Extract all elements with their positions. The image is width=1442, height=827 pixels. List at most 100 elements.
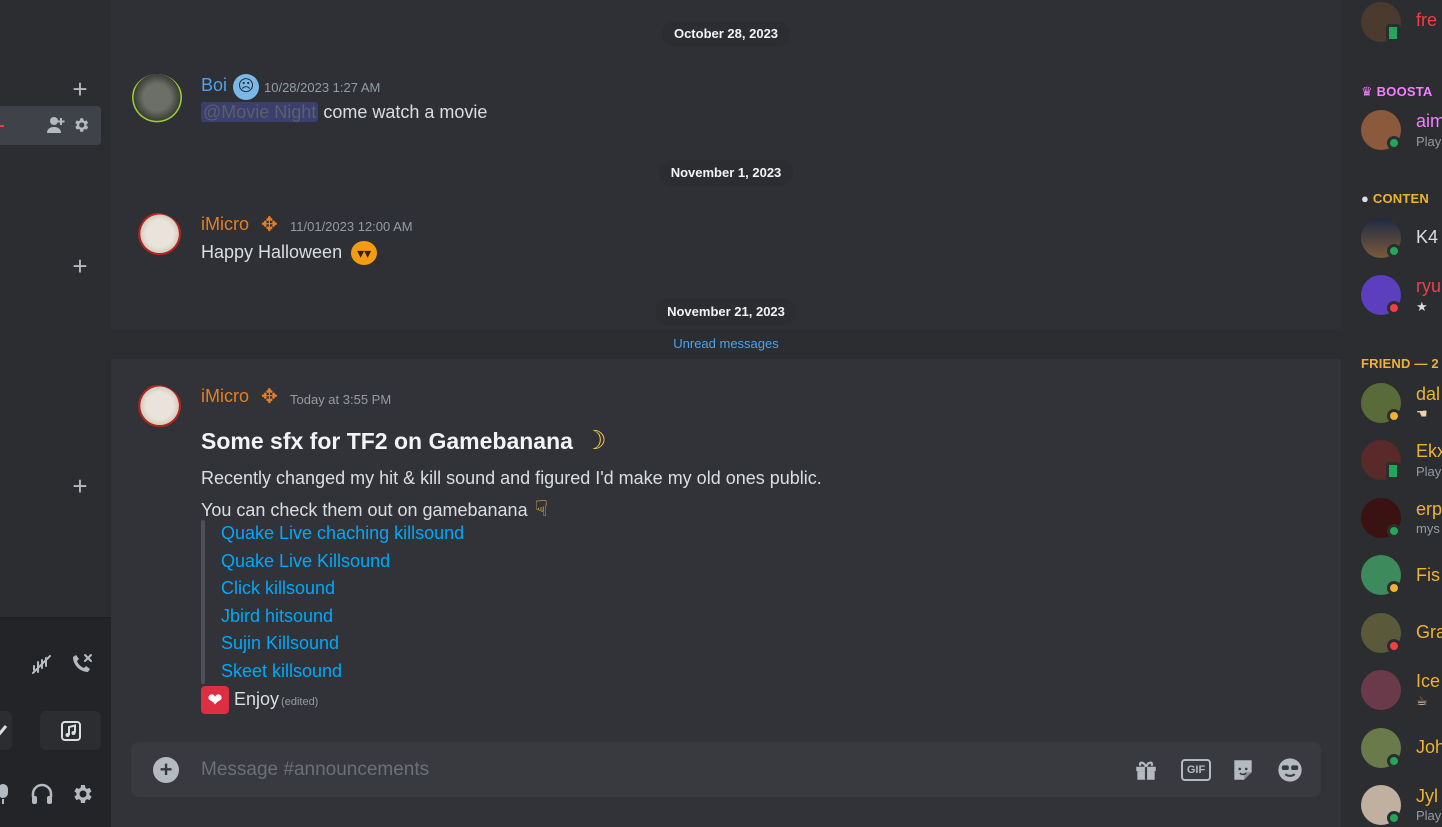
- disconnect-call-icon[interactable]: [68, 650, 96, 678]
- message-content: @Movie Night come watch a movie: [201, 102, 487, 123]
- link[interactable]: Quake Live Killsound: [221, 551, 390, 572]
- member-name[interactable]: Jyl: [1416, 786, 1438, 807]
- edited-label: (edited): [281, 695, 319, 708]
- member-name[interactable]: Ice: [1416, 671, 1440, 692]
- microphone-icon[interactable]: [0, 780, 14, 808]
- date-divider-label: October 28, 2023: [661, 21, 791, 47]
- member-name[interactable]: K4: [1416, 227, 1438, 248]
- message-text: Enjoy: [234, 688, 280, 709]
- member-section-title: ● CONTEN: [1361, 191, 1429, 206]
- message-line: ❤ Enjoy (edited): [201, 686, 318, 714]
- gif-picker-button[interactable]: GIF: [1181, 759, 1211, 781]
- status-idle-icon: [1387, 581, 1401, 595]
- member-name[interactable]: Joh: [1416, 737, 1442, 758]
- message-text: You can check them out on gamebanana: [201, 500, 528, 520]
- channel-sidebar: + + +: [0, 0, 111, 827]
- message-text: Happy Halloween: [201, 241, 343, 262]
- avatar[interactable]: [131, 74, 183, 126]
- avatar[interactable]: [1361, 670, 1401, 710]
- maple-leaf-emoji-icon: ✥: [261, 214, 278, 236]
- pointing-down-emoji-icon: ☟: [534, 496, 548, 521]
- emoji-picker-icon[interactable]: [1276, 756, 1304, 784]
- message-content: Happy Halloween ▾▾: [201, 241, 378, 265]
- date-divider: November 1, 2023: [111, 160, 1341, 186]
- link[interactable]: Sujin Killsound: [221, 633, 339, 654]
- message-heading: Some sfx for TF2 on Gamebanana ☽: [201, 425, 607, 456]
- section-icon: ●: [1361, 191, 1370, 206]
- channel-item-active[interactable]: [0, 106, 101, 145]
- noise-suppression-icon[interactable]: [28, 650, 56, 678]
- role-mention[interactable]: @Movie Night: [201, 102, 319, 122]
- member-activity: Play: [1416, 808, 1442, 823]
- mobile-status-icon: [1386, 462, 1400, 480]
- message-author[interactable]: iMicro: [201, 214, 249, 235]
- message-composer[interactable]: + Message #announcements GIF: [131, 742, 1321, 797]
- member-name[interactable]: Gra: [1416, 622, 1442, 643]
- status-online-icon: [1387, 811, 1401, 825]
- message-author[interactable]: Boi: [201, 75, 227, 96]
- member-list: fre ♛ BOOSTA aim Play ● CONTEN K4 ryu ★ …: [1341, 0, 1442, 827]
- member-name[interactable]: Fis: [1416, 565, 1440, 586]
- blockquote-bar: [201, 520, 205, 684]
- add-attachment-plus-icon[interactable]: +: [153, 757, 179, 783]
- message-line: You can check them out on gamebanana ☟: [201, 496, 548, 522]
- status-online-icon: [1387, 524, 1401, 538]
- message-timestamp[interactable]: 11/01/2023 12:00 AM: [290, 219, 413, 234]
- member-activity: Play: [1416, 134, 1442, 149]
- channel-unread-marker: [0, 125, 4, 127]
- member-name[interactable]: Ekx: [1416, 441, 1442, 462]
- link[interactable]: Quake Live chaching killsound: [221, 523, 464, 544]
- message-author[interactable]: iMicro: [201, 386, 249, 407]
- member-activity: mys: [1416, 521, 1440, 536]
- gift-icon[interactable]: [1132, 756, 1160, 784]
- member-name[interactable]: dal: [1416, 384, 1440, 405]
- message-timestamp[interactable]: Today at 3:55 PM: [290, 392, 391, 407]
- custom-status-hand-icon: ☚: [1416, 406, 1428, 421]
- discord-window: + + + October 28, 2023 Boi ☹ 10/28/2023 …: [0, 0, 1442, 827]
- message-timestamp[interactable]: 10/28/2023 1:27 AM: [264, 80, 380, 95]
- status-online-icon: [1387, 244, 1401, 258]
- channel-settings-gear-icon[interactable]: [71, 115, 91, 135]
- user-settings-gear-icon[interactable]: [68, 780, 96, 808]
- member-name[interactable]: fre: [1416, 10, 1437, 31]
- activity-button[interactable]: [0, 711, 12, 750]
- add-channel-plus-icon[interactable]: +: [68, 253, 92, 279]
- date-divider-label: November 21, 2023: [655, 299, 797, 325]
- avatar[interactable]: [131, 385, 183, 437]
- link[interactable]: Jbird hitsound: [221, 606, 333, 627]
- add-channel-plus-icon[interactable]: +: [68, 76, 92, 102]
- link[interactable]: Skeet killsound: [221, 661, 342, 682]
- avatar[interactable]: [131, 213, 183, 265]
- banana-emoji-icon: ☽: [583, 425, 607, 455]
- cold-face-emoji-icon: ☹: [233, 74, 259, 100]
- custom-status-emoji-icon: ☕: [1416, 693, 1428, 708]
- status-online-icon: [1387, 754, 1401, 768]
- heading-text: Some sfx for TF2 on Gamebanana: [201, 428, 573, 454]
- unread-messages-label[interactable]: Unread messages: [673, 336, 779, 351]
- invite-member-icon[interactable]: [45, 114, 67, 136]
- chat-area: October 28, 2023 Boi ☹ 10/28/2023 1:27 A…: [111, 0, 1341, 827]
- divider: [0, 617, 111, 618]
- status-idle-icon: [1387, 409, 1401, 423]
- headphones-icon[interactable]: [28, 780, 56, 808]
- add-channel-plus-icon[interactable]: +: [68, 473, 92, 499]
- status-dnd-icon: [1387, 301, 1401, 315]
- soundboard-button[interactable]: [40, 711, 101, 750]
- custom-status-star-icon: ★: [1416, 299, 1428, 314]
- mobile-status-icon: [1386, 24, 1400, 42]
- member-section-title: ♛ BOOSTA: [1361, 84, 1433, 99]
- date-divider: October 28, 2023: [111, 21, 1341, 47]
- heart-emoji-icon: ❤: [201, 686, 229, 714]
- maple-leaf-emoji-icon: ✥: [261, 386, 278, 408]
- member-name[interactable]: ryu: [1416, 276, 1441, 297]
- date-divider-label: November 1, 2023: [658, 160, 794, 186]
- jack-o-lantern-emoji-icon: ▾▾: [351, 241, 378, 265]
- link[interactable]: Click killsound: [221, 578, 335, 599]
- member-name[interactable]: aim: [1416, 111, 1442, 132]
- unread-messages-bar[interactable]: Unread messages: [111, 329, 1341, 359]
- date-divider: November 21, 2023: [111, 299, 1341, 325]
- member-activity: Play: [1416, 464, 1442, 479]
- sticker-icon[interactable]: [1229, 756, 1257, 784]
- member-name[interactable]: erp: [1416, 499, 1442, 520]
- message-input[interactable]: Message #announcements: [201, 759, 429, 781]
